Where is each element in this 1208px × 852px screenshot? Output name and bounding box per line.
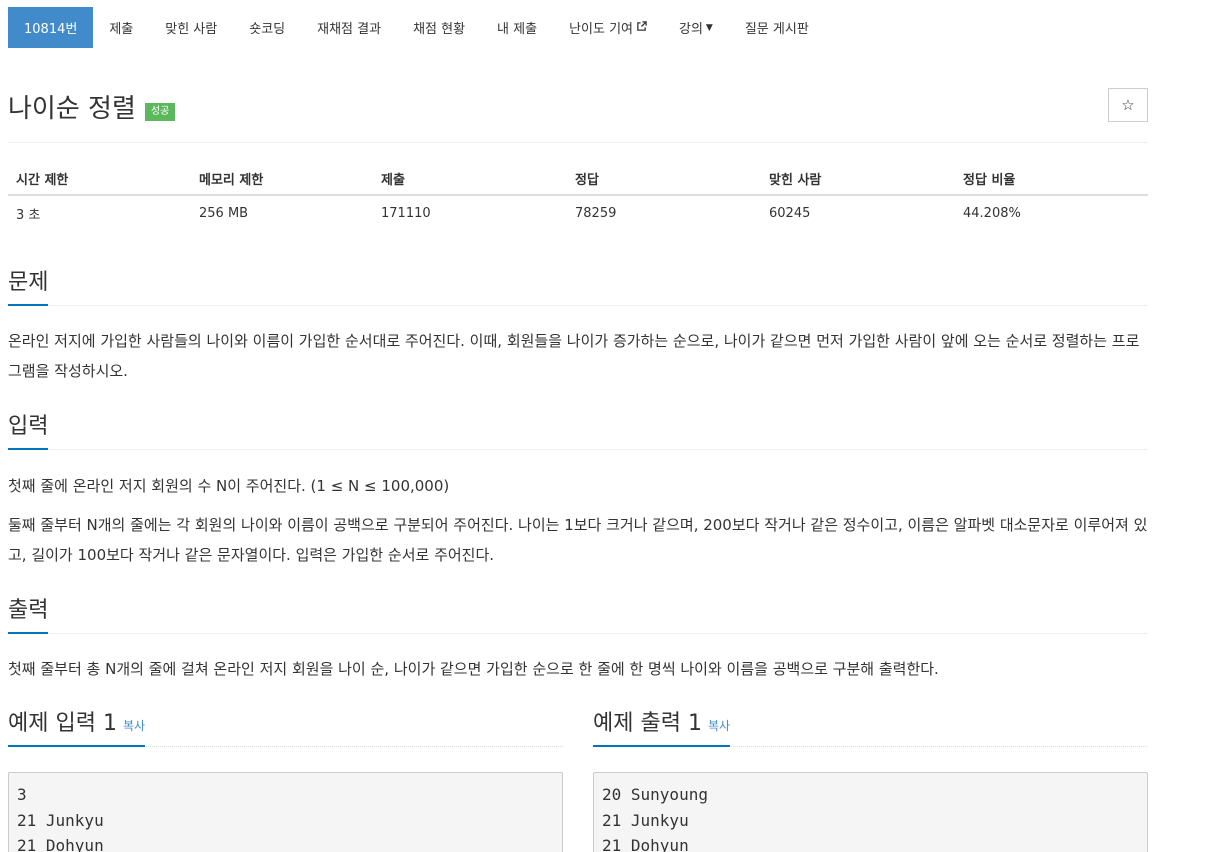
divider [8, 305, 1148, 306]
problem-title-row: 나이순 정렬 성공 [8, 88, 176, 125]
divider [8, 633, 1148, 634]
sample-input-code[interactable]: 3 21 Junkyu 21 Dohyun 20 Sunyoung [8, 772, 563, 852]
nav-status[interactable]: 채점 현황 [397, 7, 481, 48]
sample-output-1: 예제 출력 1 복사 20 Sunyoung 21 Junkyu 21 Dohyu… [593, 705, 1148, 852]
table-header-cell: 정답 비율 [963, 172, 1016, 188]
input-description-1: 첫째 줄에 온라인 저지 회원의 수 N이 주어진다. (1 ≤ N ≤ 100… [8, 477, 450, 495]
table-cell: 256 MB [199, 206, 249, 221]
section-output: 출력 [8, 592, 1148, 634]
sample-heading: 예제 입력 1 복사 [8, 705, 146, 747]
section-heading: 문제 [8, 264, 49, 306]
sample-input-1: 예제 입력 1 복사 3 21 Junkyu 21 Dohyun 20 Sunyo… [8, 705, 563, 852]
output-description: 첫째 줄부터 총 N개의 줄에 걸쳐 온라인 저지 회원을 나이 순, 나이가 … [8, 660, 939, 678]
section-problem: 문제 [8, 264, 1148, 306]
nav-submit[interactable]: 제출 [93, 7, 149, 48]
section-heading: 출력 [8, 592, 49, 634]
table-header-row: 시간 제한 메모리 제한 제출 정답 맞힌 사람 정답 비율 [8, 162, 1148, 196]
table-header-cell: 메모리 제한 [199, 172, 264, 188]
nav-label: 채점 현황 [413, 22, 466, 37]
nav-short-coding[interactable]: 숏코딩 [233, 7, 301, 48]
favorite-button[interactable]: ☆ [1108, 88, 1148, 122]
table-header-cell: 시간 제한 [16, 172, 69, 188]
nav-label: 제출 [109, 22, 134, 37]
nav-label: 내 제출 [497, 22, 538, 37]
table-header-cell: 맞힌 사람 [769, 172, 822, 188]
problem-description: 온라인 저지에 가입한 사람들의 나이와 이름이 가입한 순서대로 주어진다. … [8, 332, 1140, 380]
nav-label: 숏코딩 [249, 22, 286, 37]
star-icon: ☆ [1121, 96, 1135, 114]
status-badge: 성공 [144, 102, 176, 121]
sample-title: 예제 입력 1 [8, 711, 117, 736]
nav-qna-board[interactable]: 질문 게시판 [729, 7, 825, 48]
table-header-cell: 정답 [575, 172, 599, 188]
problem-info-table: 시간 제한 메모리 제한 제출 정답 맞힌 사람 정답 비율 3 초 256 M… [8, 162, 1148, 231]
input-description-2: 둘째 줄부터 N개의 줄에는 각 회원의 나이와 이름이 공백으로 구분되어 주… [8, 516, 1148, 564]
nav-label: 맞힌 사람 [165, 22, 218, 37]
table-header-cell: 제출 [381, 172, 405, 188]
nav-my-submissions[interactable]: 내 제출 [481, 7, 553, 48]
section-heading: 입력 [8, 408, 49, 450]
nav-lectures-dropdown[interactable]: 강의 ▼ [663, 7, 729, 48]
copy-button[interactable]: 복사 [708, 719, 730, 733]
nav-label: 질문 게시판 [744, 22, 809, 37]
caret-down-icon: ▼ [705, 22, 713, 33]
nav-label: 10814번 [24, 22, 78, 37]
table-cell: 3 초 [16, 208, 41, 223]
section-input: 입력 [8, 408, 1148, 450]
sample-heading: 예제 출력 1 복사 [593, 705, 731, 747]
divider [8, 449, 1148, 450]
divider [8, 142, 1148, 143]
sample-title: 예제 출력 1 [593, 711, 702, 736]
copy-button[interactable]: 복사 [123, 719, 145, 733]
nav-difficulty-contribution[interactable]: 난이도 기여 [553, 7, 663, 48]
nav-problem-number[interactable]: 10814번 [8, 7, 94, 48]
nav-label: 강의 [679, 22, 703, 37]
table-row: 3 초 256 MB 171110 78259 60245 44.208% [8, 196, 1148, 231]
table-cell: 44.208% [963, 206, 1021, 221]
nav-label: 재채점 결과 [317, 22, 382, 37]
page: 10814번 제출 맞힌 사람 숏코딩 재채점 결과 채점 현황 내 제출 난이… [0, 0, 1208, 852]
table-cell: 60245 [769, 206, 811, 221]
table-cell: 171110 [381, 206, 431, 221]
page-title: 나이순 정렬 [8, 94, 136, 124]
external-link-icon [636, 20, 647, 35]
nav-solved-users[interactable]: 맞힌 사람 [149, 7, 233, 48]
sample-output-code[interactable]: 20 Sunyoung 21 Junkyu 21 Dohyun [593, 772, 1148, 852]
nav-rejudge-results[interactable]: 재채점 결과 [301, 7, 397, 48]
table-cell: 78259 [575, 206, 617, 221]
nav-label: 난이도 기여 [569, 22, 633, 37]
problem-nav: 10814번 제출 맞힌 사람 숏코딩 재채점 결과 채점 현황 내 제출 난이… [8, 7, 825, 48]
